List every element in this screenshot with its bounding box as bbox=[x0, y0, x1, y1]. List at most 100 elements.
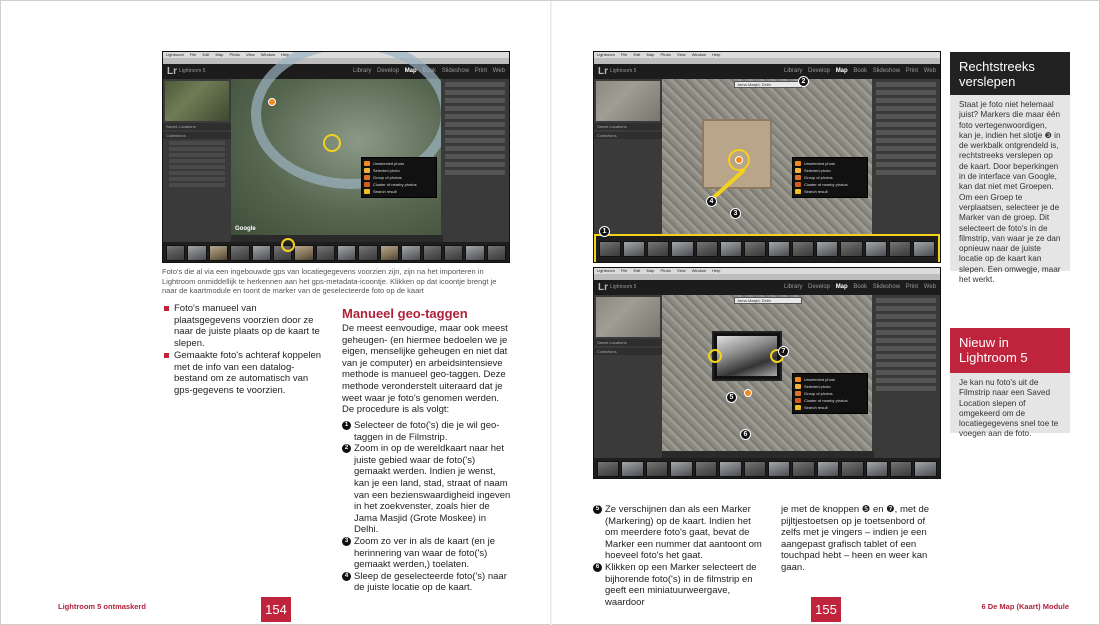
sidebar-box-text: Staat je foto niet helemaal juist? Marke… bbox=[950, 95, 1070, 284]
callout-badge-5: 5 bbox=[726, 392, 737, 403]
lr-header: Lr Lightroom 5 Library Develop Map Book … bbox=[594, 64, 940, 79]
filmstrip-thumb[interactable] bbox=[647, 241, 670, 257]
filmstrip-thumb[interactable] bbox=[597, 461, 620, 477]
marker-selected-icon bbox=[795, 384, 801, 389]
section-heading: Manueel geo-taggen bbox=[342, 306, 468, 321]
marker-group-icon bbox=[364, 175, 370, 180]
filmstrip-thumb[interactable] bbox=[208, 245, 229, 261]
marker-unselected-icon bbox=[795, 377, 801, 382]
map-legend: Unselected photo Selected photo Group of… bbox=[361, 157, 437, 198]
filmstrip-thumb[interactable] bbox=[694, 461, 718, 477]
filmstrip-thumb[interactable] bbox=[767, 241, 791, 257]
legend-item: Group of photos bbox=[364, 174, 434, 181]
step-number-icon: 5 bbox=[593, 505, 602, 514]
filmstrip[interactable] bbox=[163, 242, 509, 262]
navigator-preview bbox=[596, 81, 660, 121]
filmstrip-thumb[interactable] bbox=[599, 241, 622, 257]
filmstrip-thumb[interactable] bbox=[914, 461, 937, 477]
filmstrip-thumb[interactable] bbox=[888, 241, 911, 257]
filmstrip-thumb[interactable] bbox=[315, 245, 335, 261]
filmstrip-thumb[interactable] bbox=[767, 461, 791, 477]
filmstrip[interactable] bbox=[594, 458, 940, 478]
filmstrip-thumb[interactable] bbox=[719, 241, 742, 257]
filmstrip-thumb[interactable] bbox=[187, 245, 207, 261]
filmstrip-thumb[interactable] bbox=[358, 245, 378, 261]
module-web: Web bbox=[492, 68, 505, 74]
module-slideshow: Slideshow bbox=[441, 68, 470, 74]
lr-logo-sub: Lightroom 5 bbox=[610, 68, 637, 74]
filmstrip-thumb[interactable] bbox=[840, 241, 863, 257]
filmstrip-thumb[interactable] bbox=[486, 245, 506, 261]
filmstrip-thumb[interactable] bbox=[401, 245, 421, 261]
filmstrip-thumb[interactable] bbox=[443, 245, 464, 261]
step-number-icon: 2 bbox=[342, 444, 351, 454]
filmstrip-thumb[interactable] bbox=[841, 461, 864, 477]
filmstrip-thumb[interactable] bbox=[890, 461, 913, 477]
callout-badge-1: 1 bbox=[599, 226, 610, 237]
filmstrip-thumb[interactable] bbox=[230, 245, 250, 261]
preview-image bbox=[717, 336, 777, 376]
map-toolbar[interactable] bbox=[231, 235, 443, 242]
marker-cluster-icon bbox=[364, 182, 370, 187]
filmstrip-thumb[interactable] bbox=[623, 241, 646, 257]
filmstrip-thumb[interactable] bbox=[166, 245, 186, 261]
lr-logo-sub: Lightroom 5 bbox=[610, 284, 637, 290]
filmstrip-thumb[interactable] bbox=[465, 245, 485, 261]
filmstrip-thumb[interactable] bbox=[337, 245, 357, 261]
filmstrip-thumb[interactable] bbox=[743, 461, 766, 477]
marker-search-icon bbox=[795, 405, 801, 410]
filmstrip-thumb[interactable] bbox=[792, 241, 815, 257]
filmstrip-thumb[interactable] bbox=[816, 241, 839, 257]
step-number-icon: 3 bbox=[342, 536, 351, 546]
step-number-icon: 4 bbox=[342, 571, 351, 581]
marker-search-icon bbox=[795, 189, 801, 194]
collection-row bbox=[169, 141, 225, 145]
filmstrip-thumb[interactable] bbox=[792, 461, 815, 477]
navigator-preview bbox=[165, 81, 229, 121]
filmstrip-thumb[interactable] bbox=[621, 461, 644, 477]
filmstrip-thumb[interactable] bbox=[864, 241, 887, 257]
search-field[interactable]: Jama Masjid, Delhi bbox=[734, 297, 802, 304]
filmstrip-thumb[interactable] bbox=[645, 461, 669, 477]
filmstrip-thumb[interactable] bbox=[670, 461, 693, 477]
step-number-icon: 1 bbox=[342, 421, 351, 430]
collection-row bbox=[169, 183, 225, 187]
marker-selected-icon bbox=[364, 168, 370, 173]
filmstrip-thumb[interactable] bbox=[865, 461, 889, 477]
map-marker bbox=[268, 98, 276, 106]
collection-row bbox=[169, 147, 225, 151]
filmstrip-thumb[interactable] bbox=[294, 245, 314, 261]
filmstrip[interactable] bbox=[594, 234, 940, 262]
filmstrip-thumb[interactable] bbox=[743, 241, 766, 257]
lr-logo: Lr bbox=[167, 66, 177, 77]
marker-unselected-icon bbox=[795, 161, 801, 166]
step-item: 4 Sleep de geselecteerde foto('s) naar de… bbox=[342, 571, 512, 594]
marker-cluster-icon bbox=[795, 398, 801, 403]
filmstrip-thumb[interactable] bbox=[422, 245, 442, 261]
module-picker: Library Develop Map Book Slideshow Print… bbox=[783, 68, 936, 74]
menu-photo: Photo bbox=[229, 52, 240, 57]
filmstrip-thumb[interactable] bbox=[816, 461, 840, 477]
map-marker[interactable] bbox=[744, 389, 752, 397]
filmstrip-thumb[interactable] bbox=[671, 241, 694, 257]
filmstrip-thumb[interactable] bbox=[695, 241, 718, 257]
lr-logo: Lr bbox=[598, 282, 608, 293]
filmstrip-thumb[interactable] bbox=[719, 461, 742, 477]
right-panel-metadata bbox=[872, 295, 940, 458]
filmstrip-thumb[interactable] bbox=[379, 245, 400, 261]
menu-file: File bbox=[189, 52, 197, 57]
sidebar-box-text-new: Je kan nu foto's uit de Filmstrip naar e… bbox=[950, 373, 1070, 438]
panel-saved-locations: Saved Locations bbox=[163, 123, 231, 130]
map-toolbar[interactable] bbox=[662, 451, 874, 458]
footer-chapter-title: 6 De Map (Kaart) Module bbox=[981, 602, 1069, 611]
search-field[interactable]: Jama Masjid, Delhi bbox=[734, 81, 802, 88]
map-view: Unselected photo Selected photo Group of… bbox=[231, 52, 451, 235]
callout-badge-3: 3 bbox=[730, 208, 741, 219]
menu-map: Map bbox=[215, 52, 224, 57]
right-panel-metadata bbox=[872, 79, 940, 242]
filmstrip-thumb[interactable] bbox=[912, 241, 935, 257]
sidebar-box-title-new: Nieuw in Lightroom 5 bbox=[950, 328, 1070, 373]
screenshot-right-bottom: Lightroom File Edit Map Photo View Windo… bbox=[593, 267, 941, 479]
filmstrip-thumb[interactable] bbox=[251, 245, 271, 261]
lr-logo: Lr bbox=[598, 66, 608, 77]
